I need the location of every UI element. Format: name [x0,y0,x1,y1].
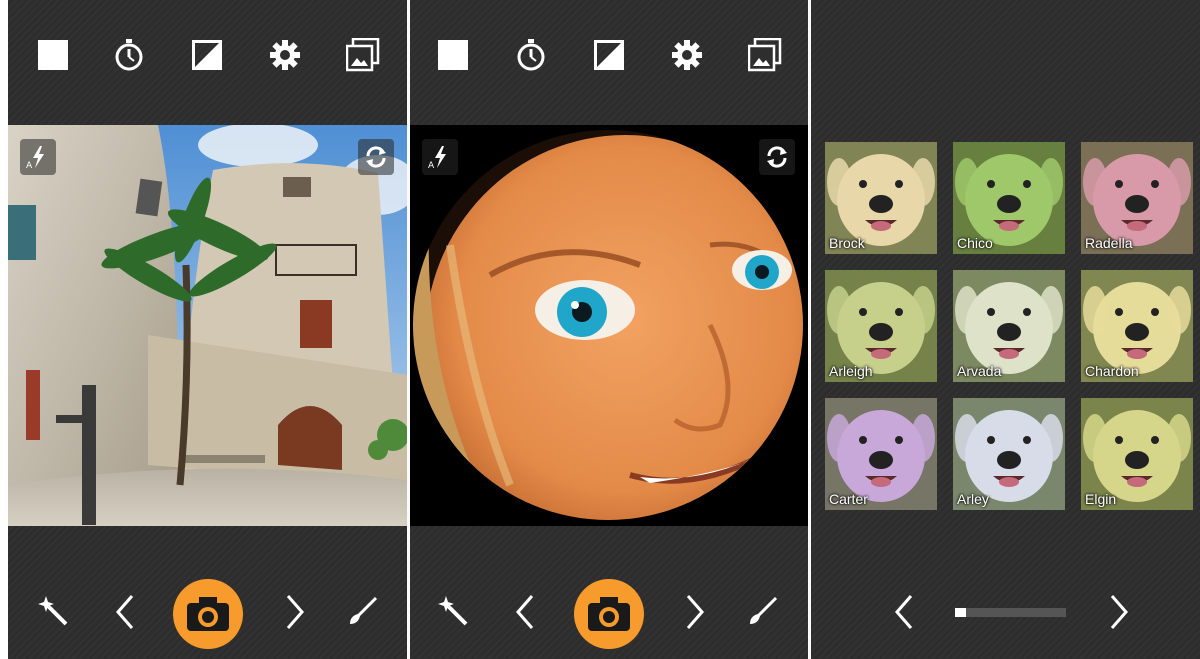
filter-thumb[interactable]: Arvada [953,270,1065,382]
chevron-right-icon[interactable] [278,592,312,632]
filter-label: Carter [829,491,868,507]
magic-wand-icon[interactable] [36,594,70,628]
chevron-left-icon[interactable] [508,592,542,632]
top-toolbar [410,0,809,125]
camera-preview-courtyard[interactable]: A [8,125,407,526]
filter-pager-thumb[interactable] [955,608,967,617]
chevron-right-icon[interactable] [678,592,712,632]
filter-label: Arvada [957,363,1002,379]
auto-flash-icon[interactable]: A [422,139,458,175]
filter-label: Arleigh [829,363,873,379]
filter-picker-panel: Brock Chico Radella Arleigh Arvada Chardon Car… [811,0,1200,659]
switch-camera-icon[interactable] [358,139,394,175]
svg-text:A: A [26,161,33,170]
brush-icon[interactable] [346,594,380,628]
shutter-button[interactable] [574,579,644,649]
filter-label: Radella [1085,235,1133,251]
filter-label: Chico [957,235,993,251]
filter-label: Brock [829,235,865,251]
camera-panel-fisheye: A [410,0,809,659]
square-icon[interactable] [36,38,70,72]
chevron-right-icon[interactable] [1104,592,1134,632]
filter-thumb[interactable]: Arleigh [825,270,937,382]
square-icon[interactable] [436,38,470,72]
svg-text:A: A [428,161,435,170]
gallery-icon[interactable] [748,38,782,72]
fisheye-face-photo [413,130,803,520]
camera-panel-landscape: A [8,0,407,659]
camera-preview-face[interactable]: A [410,125,809,526]
top-toolbar [8,0,407,125]
timer-icon[interactable] [112,38,146,72]
auto-flash-icon[interactable]: A [20,139,56,175]
filter-label: Elgin [1085,491,1117,507]
shutter-button[interactable] [173,579,243,649]
exposure-icon[interactable] [592,38,626,72]
chevron-left-icon[interactable] [889,592,919,632]
filter-thumb[interactable]: Radella [1081,142,1193,254]
exposure-icon[interactable] [190,38,224,72]
filter-thumb[interactable]: Chardon [1081,270,1193,382]
filter-label: Chardon [1085,363,1139,379]
filter-label: Arley [957,491,989,507]
chevron-left-icon[interactable] [108,592,142,632]
switch-camera-icon[interactable] [759,139,795,175]
gear-icon[interactable] [670,38,704,72]
gallery-icon[interactable] [346,38,380,72]
camera-icon [187,597,229,631]
filter-thumb[interactable]: Elgin [1081,398,1193,510]
filter-thumb[interactable]: Carter [825,398,937,510]
courtyard-photo [8,125,407,526]
magic-wand-icon[interactable] [436,594,470,628]
filter-thumb[interactable]: Arley [953,398,1065,510]
gear-icon[interactable] [268,38,302,72]
filter-thumb[interactable]: Brock [825,142,937,254]
camera-icon [588,597,630,631]
filter-pager-track[interactable] [955,608,1066,617]
timer-icon[interactable] [514,38,548,72]
brush-icon[interactable] [746,594,780,628]
filter-thumb[interactable]: Chico [953,142,1065,254]
